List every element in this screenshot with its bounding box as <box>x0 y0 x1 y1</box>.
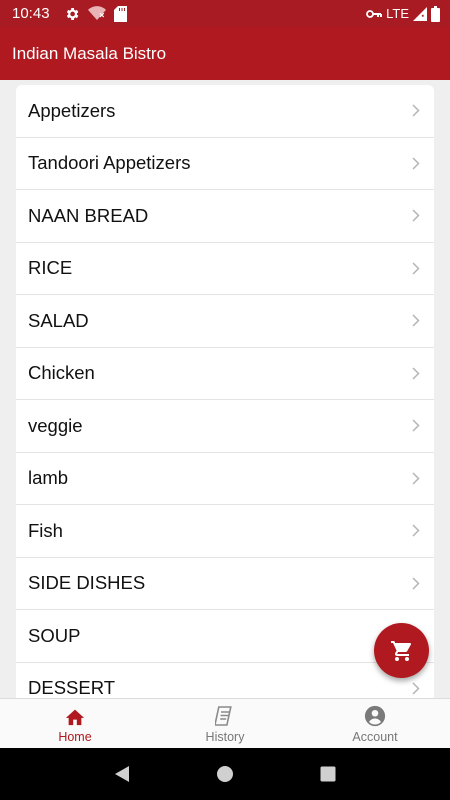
receipt-icon <box>215 704 235 728</box>
shopping-cart-icon <box>390 639 414 663</box>
chevron-right-icon <box>412 471 422 485</box>
category-label: Chicken <box>28 362 95 384</box>
status-bar: 10:43 LTE <box>0 0 450 27</box>
chevron-right-icon <box>412 576 422 590</box>
network-type: LTE <box>386 6 409 21</box>
category-item-dessert[interactable]: DESSERT <box>16 663 434 698</box>
category-label: RICE <box>28 257 73 279</box>
wifi-off-icon <box>87 5 106 22</box>
category-item-fish[interactable]: Fish <box>16 505 434 558</box>
category-label: SOUP <box>28 624 81 646</box>
chevron-right-icon <box>412 366 422 380</box>
nav-account[interactable]: Account <box>300 699 450 748</box>
account-circle-icon <box>364 704 386 728</box>
category-label: SALAD <box>28 309 89 331</box>
chevron-right-icon <box>412 314 422 328</box>
nav-label: Home <box>58 729 92 744</box>
menu-scroll-area[interactable]: Appetizers Tandoori Appetizers NAAN BREA… <box>0 80 450 698</box>
vpn-key-icon <box>366 9 383 19</box>
status-time: 10:43 <box>12 5 50 22</box>
category-label: lamb <box>28 467 69 489</box>
sd-card-icon <box>113 5 127 22</box>
home-icon <box>64 704 86 728</box>
chevron-right-icon <box>412 156 422 170</box>
signal-icon <box>413 6 427 21</box>
category-list: Appetizers Tandoori Appetizers NAAN BREA… <box>16 85 434 698</box>
chevron-right-icon <box>412 419 422 433</box>
battery-icon <box>431 5 440 22</box>
category-item-veggie[interactable]: veggie <box>16 400 434 453</box>
category-label: DESSERT <box>28 677 116 698</box>
category-item-side-dishes[interactable]: SIDE DISHES <box>16 558 434 610</box>
category-label: SIDE DISHES <box>28 572 146 594</box>
chevron-right-icon <box>412 209 422 223</box>
category-label: Fish <box>28 519 63 541</box>
system-navigation-bar <box>0 748 450 800</box>
bottom-navigation: Home History Account <box>0 698 450 748</box>
recents-square-icon[interactable] <box>313 759 343 789</box>
chevron-right-icon <box>412 524 422 538</box>
nav-label: Account <box>352 729 398 744</box>
category-item-tandoori-appetizers[interactable]: Tandoori Appetizers <box>16 138 434 190</box>
app-bar: Indian Masala Bistro <box>0 27 450 80</box>
category-item-soup[interactable]: SOUP <box>16 610 434 663</box>
chevron-right-icon <box>412 261 422 275</box>
settings-gear-icon <box>64 6 80 22</box>
nav-home[interactable]: Home <box>0 699 150 748</box>
chevron-right-icon <box>412 681 422 695</box>
nav-history[interactable]: History <box>150 699 300 748</box>
app-title: Indian Masala Bistro <box>12 43 167 63</box>
category-item-appetizers[interactable]: Appetizers <box>16 85 434 138</box>
category-label: NAAN BREAD <box>28 204 149 226</box>
category-item-chicken[interactable]: Chicken <box>16 348 434 400</box>
home-circle-icon[interactable] <box>210 759 240 789</box>
back-icon[interactable] <box>107 759 137 789</box>
category-label: Appetizers <box>28 99 116 121</box>
category-item-rice[interactable]: RICE <box>16 243 434 295</box>
category-item-lamb[interactable]: lamb <box>16 453 434 505</box>
chevron-right-icon <box>412 104 422 118</box>
category-item-salad[interactable]: SALAD <box>16 295 434 348</box>
category-item-naan-bread[interactable]: NAAN BREAD <box>16 190 434 243</box>
category-label: veggie <box>28 414 83 436</box>
nav-label: History <box>205 729 245 744</box>
category-label: Tandoori Appetizers <box>28 152 191 174</box>
cart-button[interactable] <box>374 623 429 678</box>
